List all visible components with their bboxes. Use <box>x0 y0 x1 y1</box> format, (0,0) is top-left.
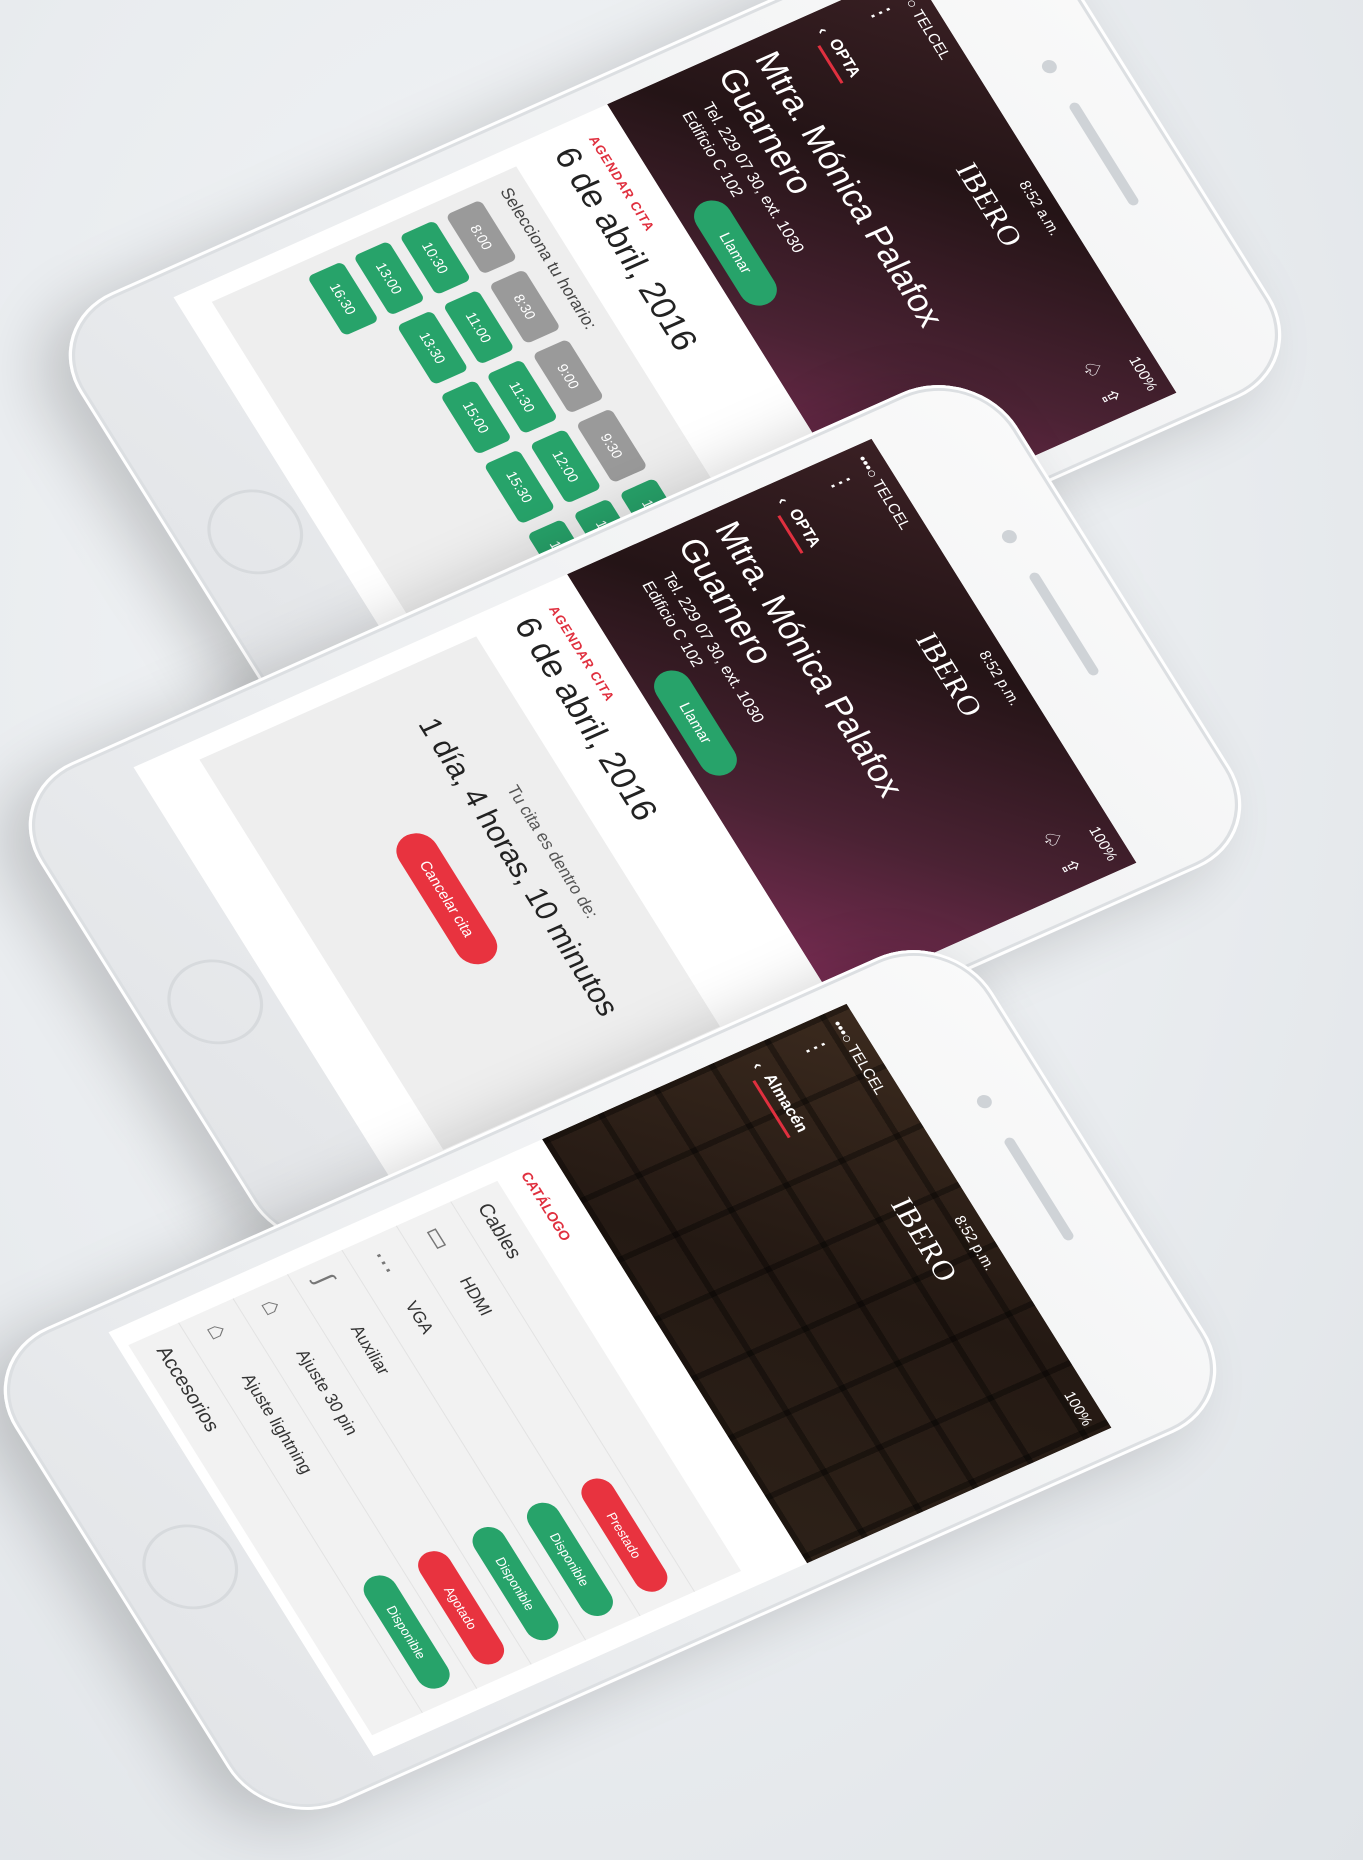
share-icon[interactable]: ⇪ <box>1093 384 1127 410</box>
earpiece <box>1002 1136 1076 1242</box>
bell-icon[interactable]: ♤ <box>1075 355 1110 382</box>
nav-actions: ♤ ⇪ <box>1035 825 1087 880</box>
share-icon[interactable]: ⇪ <box>1053 854 1087 880</box>
front-camera <box>974 1092 995 1111</box>
chevron-left-icon[interactable]: ‹ <box>813 25 833 37</box>
menu-icon[interactable]: ⋮ <box>797 1032 835 1063</box>
nav-bar: ⋮ IBERO <box>767 1018 1080 1463</box>
bell-icon[interactable]: ♤ <box>1035 825 1070 852</box>
earpiece <box>1027 571 1101 677</box>
chevron-left-icon[interactable]: ‹ <box>773 495 793 507</box>
nav-actions: ♤ ⇪ <box>1075 355 1127 410</box>
chevron-left-icon[interactable]: ‹ <box>748 1060 768 1072</box>
menu-icon[interactable]: ⋮ <box>862 0 900 28</box>
front-camera <box>999 527 1020 546</box>
earpiece <box>1067 101 1141 207</box>
countdown-note: Tu cita es dentro de: <box>502 782 603 922</box>
menu-icon[interactable]: ⋮ <box>822 467 860 498</box>
front-camera <box>1039 57 1060 76</box>
